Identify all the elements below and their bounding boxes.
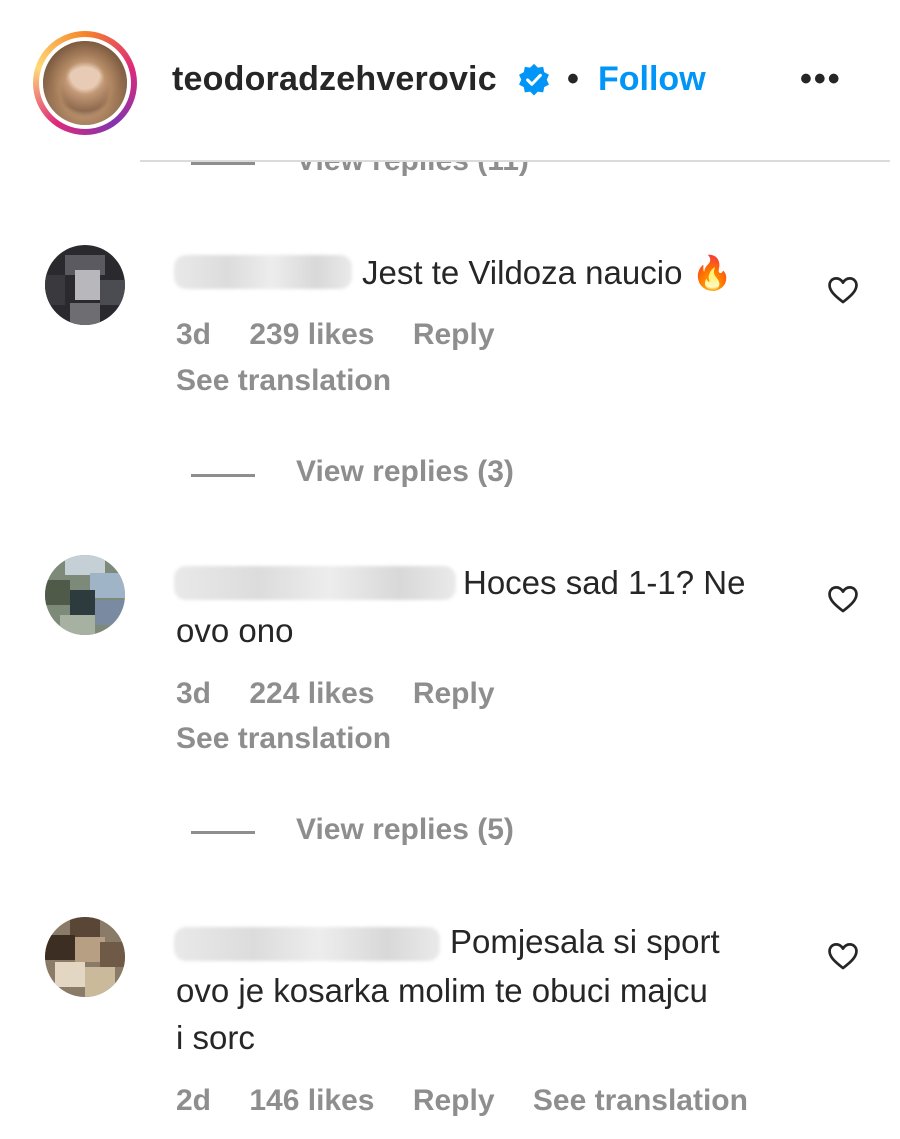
post-header: teodoradzehverovic • Follow ••• [0, 0, 900, 162]
comment-text-line3: i sorc [176, 1019, 255, 1056]
comment-text-line1: Pomjesala si sport [450, 923, 720, 960]
commenter-username-blurred[interactable] [174, 255, 352, 289]
comment-likes[interactable]: 224 likes [249, 677, 374, 710]
avatar [43, 41, 127, 125]
reply-button[interactable]: Reply [413, 1084, 495, 1117]
commenter-avatar[interactable] [45, 917, 125, 997]
comment-likes[interactable]: 146 likes [249, 1084, 374, 1117]
commenter-username-blurred[interactable] [174, 566, 456, 600]
reply-button[interactable]: Reply [413, 318, 495, 351]
comment-text-line2: ovo ono [176, 612, 294, 649]
username-link[interactable]: teodoradzehverovic [172, 60, 497, 99]
heart-icon[interactable] [826, 582, 860, 616]
see-translation-link[interactable]: See translation [176, 364, 391, 398]
comment-likes[interactable]: 239 likes [249, 318, 374, 351]
heart-icon[interactable] [826, 939, 860, 973]
profile-avatar-story-ring[interactable] [33, 31, 137, 135]
view-replies-label: View replies (11) [296, 162, 529, 178]
verified-badge-icon [519, 63, 549, 96]
heart-icon[interactable] [826, 273, 860, 307]
view-replies-clipped[interactable]: View replies (11) [0, 162, 900, 186]
header-divider [140, 160, 890, 162]
comment-text: Jest te Vildoza naucio 🔥 [362, 254, 733, 291]
comment-text-line1: Hoces sad 1-1? Ne [463, 564, 746, 601]
commenter-avatar[interactable] [45, 245, 125, 325]
see-translation-link[interactable]: See translation [533, 1084, 748, 1117]
replies-line [191, 162, 255, 165]
fire-emoji: 🔥 [691, 254, 733, 291]
comment-text-line2: ovo je kosarka molim te obuci majcu [176, 972, 708, 1009]
comment-meta: 3d 224 likes Reply [176, 677, 525, 711]
comment-meta: 3d 239 likes Reply [176, 318, 525, 352]
replies-line [191, 831, 255, 834]
comment-time: 2d [176, 1084, 212, 1117]
more-options-icon[interactable]: ••• [800, 60, 842, 99]
reply-button[interactable]: Reply [413, 677, 495, 710]
replies-line [191, 474, 255, 477]
see-translation-link[interactable]: See translation [176, 722, 391, 756]
comment-time: 3d [176, 318, 212, 351]
commenter-avatar[interactable] [45, 555, 125, 635]
commenter-username-blurred[interactable] [174, 927, 440, 961]
view-replies-button[interactable]: View replies (3) [296, 455, 514, 489]
comment-meta: 2d 146 likes Reply See translation [176, 1084, 778, 1118]
view-replies-button[interactable]: View replies (5) [296, 813, 514, 847]
comment-time: 3d [176, 677, 212, 710]
header-separator: • [567, 60, 579, 98]
follow-button[interactable]: Follow [598, 60, 706, 99]
